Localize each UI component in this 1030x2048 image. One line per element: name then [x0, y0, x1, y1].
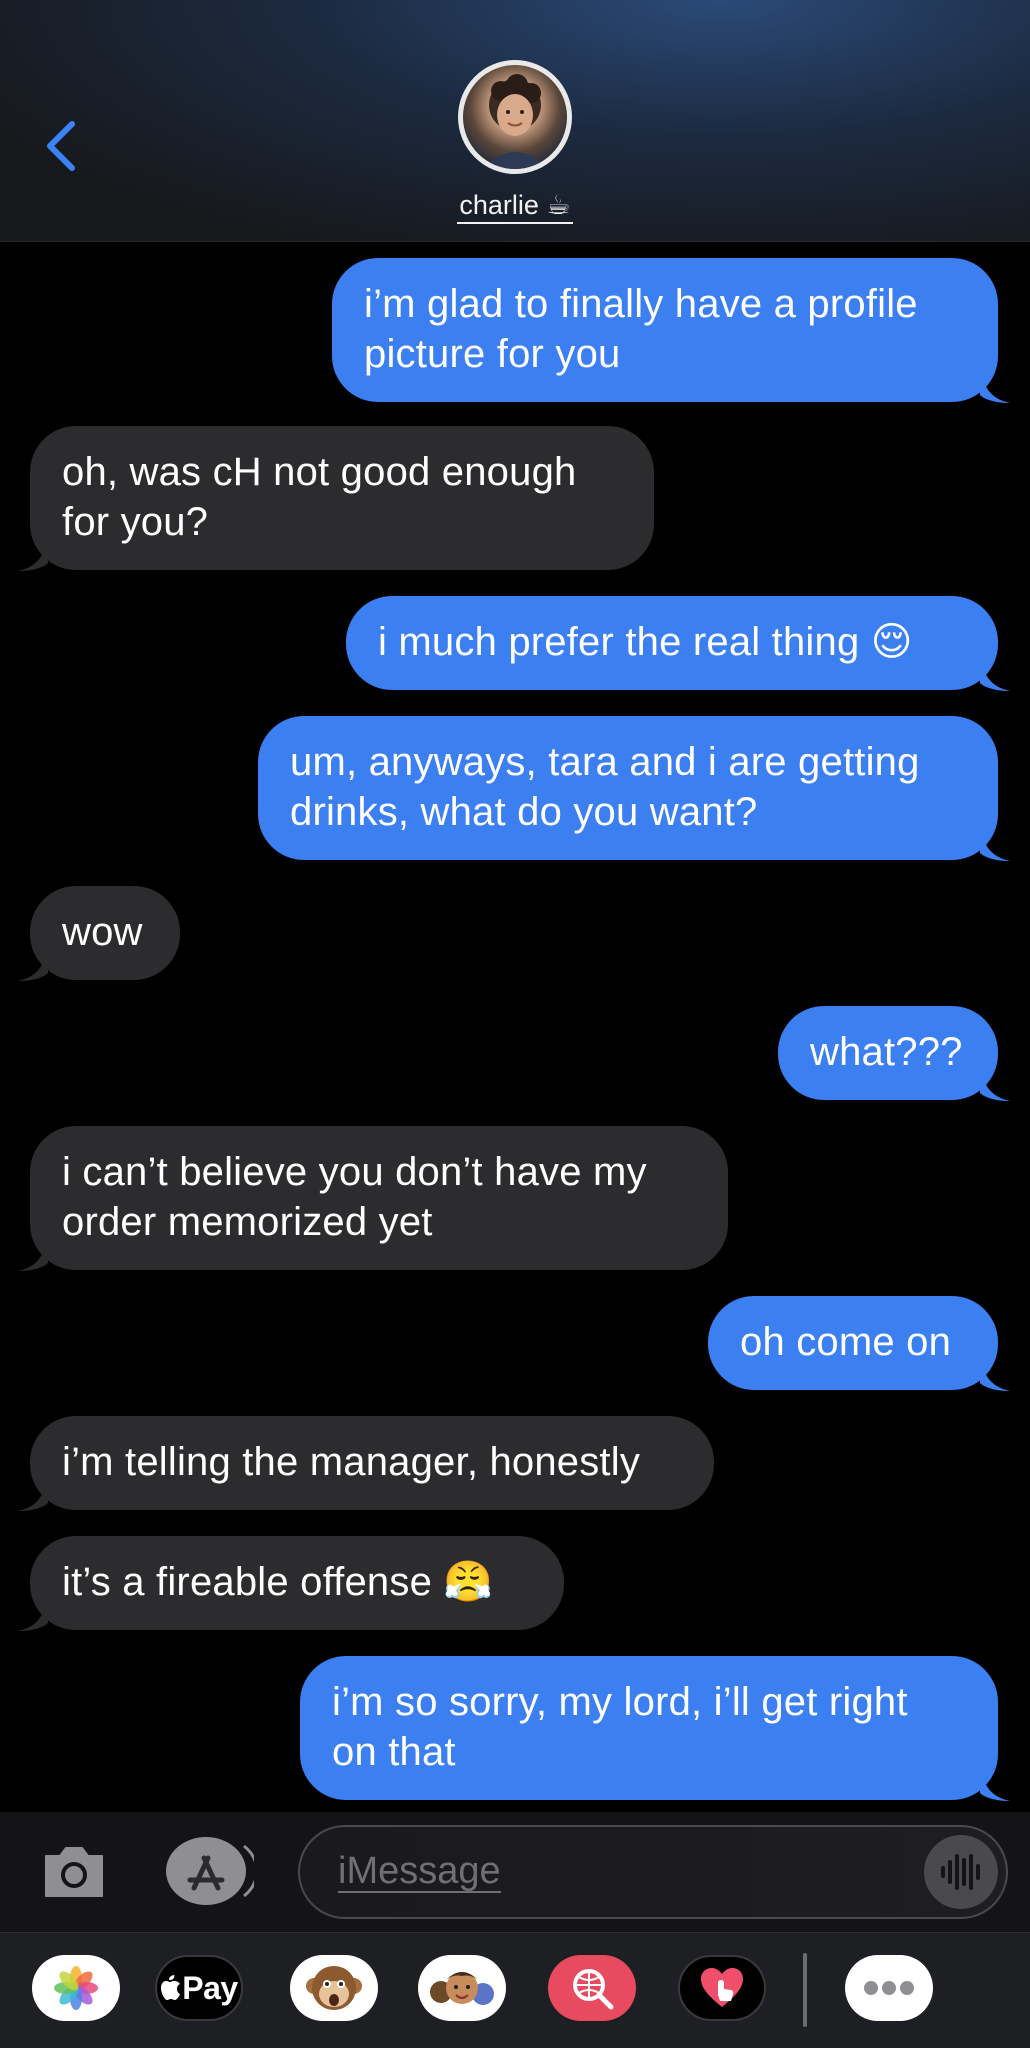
digital-touch-app-button[interactable]: [678, 1955, 766, 2021]
message-line: oh come on: [740, 1320, 952, 1364]
voice-message-button[interactable]: [924, 1835, 998, 1909]
bubble-tail: [18, 947, 48, 981]
contact-avatar[interactable]: [458, 60, 572, 174]
message-input-placeholder: iMessage: [338, 1850, 501, 1893]
avatar-photo: [463, 65, 567, 169]
message-bubble-outgoing[interactable]: i’m glad to finally have a profile pictu…: [332, 258, 1010, 403]
waveform-icon: [941, 1854, 980, 1890]
bubble-tail: [980, 1067, 1010, 1101]
bubble-tail: [980, 1767, 1010, 1801]
image-search-app-button[interactable]: [548, 1955, 636, 2021]
bubble-tail: [18, 1597, 48, 1631]
apple-pay-app-button[interactable]: Pay: [155, 1955, 243, 2021]
message-bubble-incoming[interactable]: it’s a fireable offense 😤: [18, 1536, 564, 1631]
bubble-tail: [18, 1477, 48, 1511]
memoji-app-button[interactable]: [418, 1955, 506, 2021]
message-bubble-outgoing[interactable]: um, anyways, tara and i are getting drin…: [258, 716, 1010, 861]
imessage-app-drawer: Pay: [0, 1932, 1030, 2048]
message-bubble-incoming[interactable]: i can’t believe you don’t have my order …: [18, 1126, 728, 1271]
bubble-tail: [980, 657, 1010, 691]
back-button[interactable]: [38, 116, 88, 176]
globe-search-icon: [573, 1969, 614, 2010]
message-bubble-incoming[interactable]: oh, was cH not good enough for you?: [18, 426, 654, 571]
message-line: oh, was cH not good enough: [62, 450, 577, 494]
contact-name[interactable]: charlie ☕: [0, 190, 1030, 224]
message-bubble-outgoing[interactable]: i’m so sorry, my lord, i’ll get right on…: [300, 1656, 1010, 1801]
conversation-header: charlie ☕: [0, 0, 1030, 242]
contact-name-text: charlie: [459, 190, 539, 220]
bubble-tail: [980, 827, 1010, 861]
bubble-tail: [980, 369, 1010, 403]
animoji-app-button[interactable]: [290, 1955, 378, 2021]
memoji-icon: [430, 1972, 494, 2005]
photos-app-button[interactable]: [32, 1955, 120, 2021]
message-line: wow: [62, 910, 143, 954]
monkey-icon: [306, 1966, 362, 2010]
message-line: i much prefer the real thing 😌: [378, 620, 913, 664]
camera-icon: [45, 1847, 103, 1897]
apple-logo-icon: [161, 1975, 181, 2000]
message-line: for you?: [62, 500, 209, 544]
drawer-divider: [803, 1953, 807, 2027]
message-input[interactable]: iMessage: [298, 1825, 1008, 1919]
message-line: on that: [332, 1730, 456, 1774]
message-bubble-outgoing[interactable]: i much prefer the real thing 😌: [346, 596, 1010, 691]
message-line: um, anyways, tara and i are getting: [290, 740, 920, 784]
message-bubble-outgoing[interactable]: what???: [778, 1006, 1010, 1101]
message-thread[interactable]: i’m glad to finally have a profile pictu…: [0, 242, 1030, 1812]
heart-touch-icon: [701, 1968, 743, 2007]
app-store-button[interactable]: [166, 1836, 259, 1906]
chevron-left-icon: [47, 121, 75, 171]
bubble-tail: [980, 1357, 1010, 1391]
coffee-icon: ☕: [546, 190, 571, 220]
message-composer: iMessage: [0, 1812, 1030, 1932]
camera-button[interactable]: [40, 1842, 108, 1902]
message-bubble-outgoing[interactable]: oh come on: [708, 1296, 1010, 1391]
ellipsis-icon: [864, 1981, 914, 1995]
app-store-icon: [166, 1837, 259, 1905]
more-apps-button[interactable]: [845, 1955, 933, 2021]
bubble-tail: [18, 537, 48, 571]
message-line: i’m so sorry, my lord, i’ll get right: [332, 1680, 908, 1724]
message-line: i’m telling the manager, honestly: [62, 1440, 641, 1484]
message-line: order memorized yet: [62, 1200, 433, 1244]
apple-pay-label: Pay: [182, 1969, 238, 2006]
message-bubble-incoming[interactable]: i’m telling the manager, honestly: [18, 1416, 714, 1511]
photos-icon: [54, 1966, 98, 2010]
bubble-tail: [18, 1237, 48, 1271]
message-line: drinks, what do you want?: [290, 790, 758, 834]
message-line: i can’t believe you don’t have my: [62, 1150, 647, 1194]
message-line: it’s a fireable offense 😤: [62, 1560, 494, 1604]
message-bubble-incoming[interactable]: wow: [18, 886, 180, 981]
message-line: what???: [810, 1030, 963, 1074]
message-line: picture for you: [364, 332, 621, 376]
message-line: i’m glad to finally have a profile: [364, 282, 918, 326]
